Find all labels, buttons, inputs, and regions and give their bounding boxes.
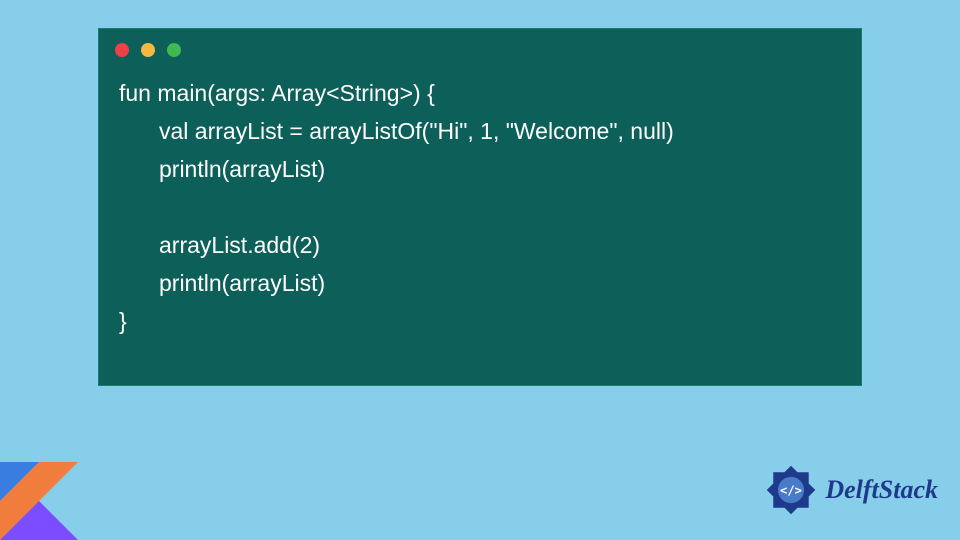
close-dot-icon	[115, 43, 129, 57]
code-line: arrayList.add(2)	[159, 232, 320, 258]
code-line: fun main(args: Array<String>) {	[119, 80, 435, 106]
minimize-dot-icon	[141, 43, 155, 57]
code-line: println(arrayList)	[159, 270, 325, 296]
window-controls	[99, 29, 861, 65]
code-window: fun main(args: Array<String>) { val arra…	[98, 28, 862, 386]
code-block: fun main(args: Array<String>) { val arra…	[99, 65, 861, 351]
brand-name: DelftStack	[825, 475, 938, 505]
brand-watermark: </> DelftStack	[763, 462, 938, 518]
code-line: }	[119, 308, 127, 334]
svg-text:</>: </>	[780, 484, 802, 498]
delftstack-logo-icon: </>	[763, 462, 819, 518]
code-line: val arrayList = arrayListOf("Hi", 1, "We…	[159, 118, 674, 144]
kotlin-logo-icon	[0, 462, 78, 540]
maximize-dot-icon	[167, 43, 181, 57]
code-line: println(arrayList)	[159, 156, 325, 182]
